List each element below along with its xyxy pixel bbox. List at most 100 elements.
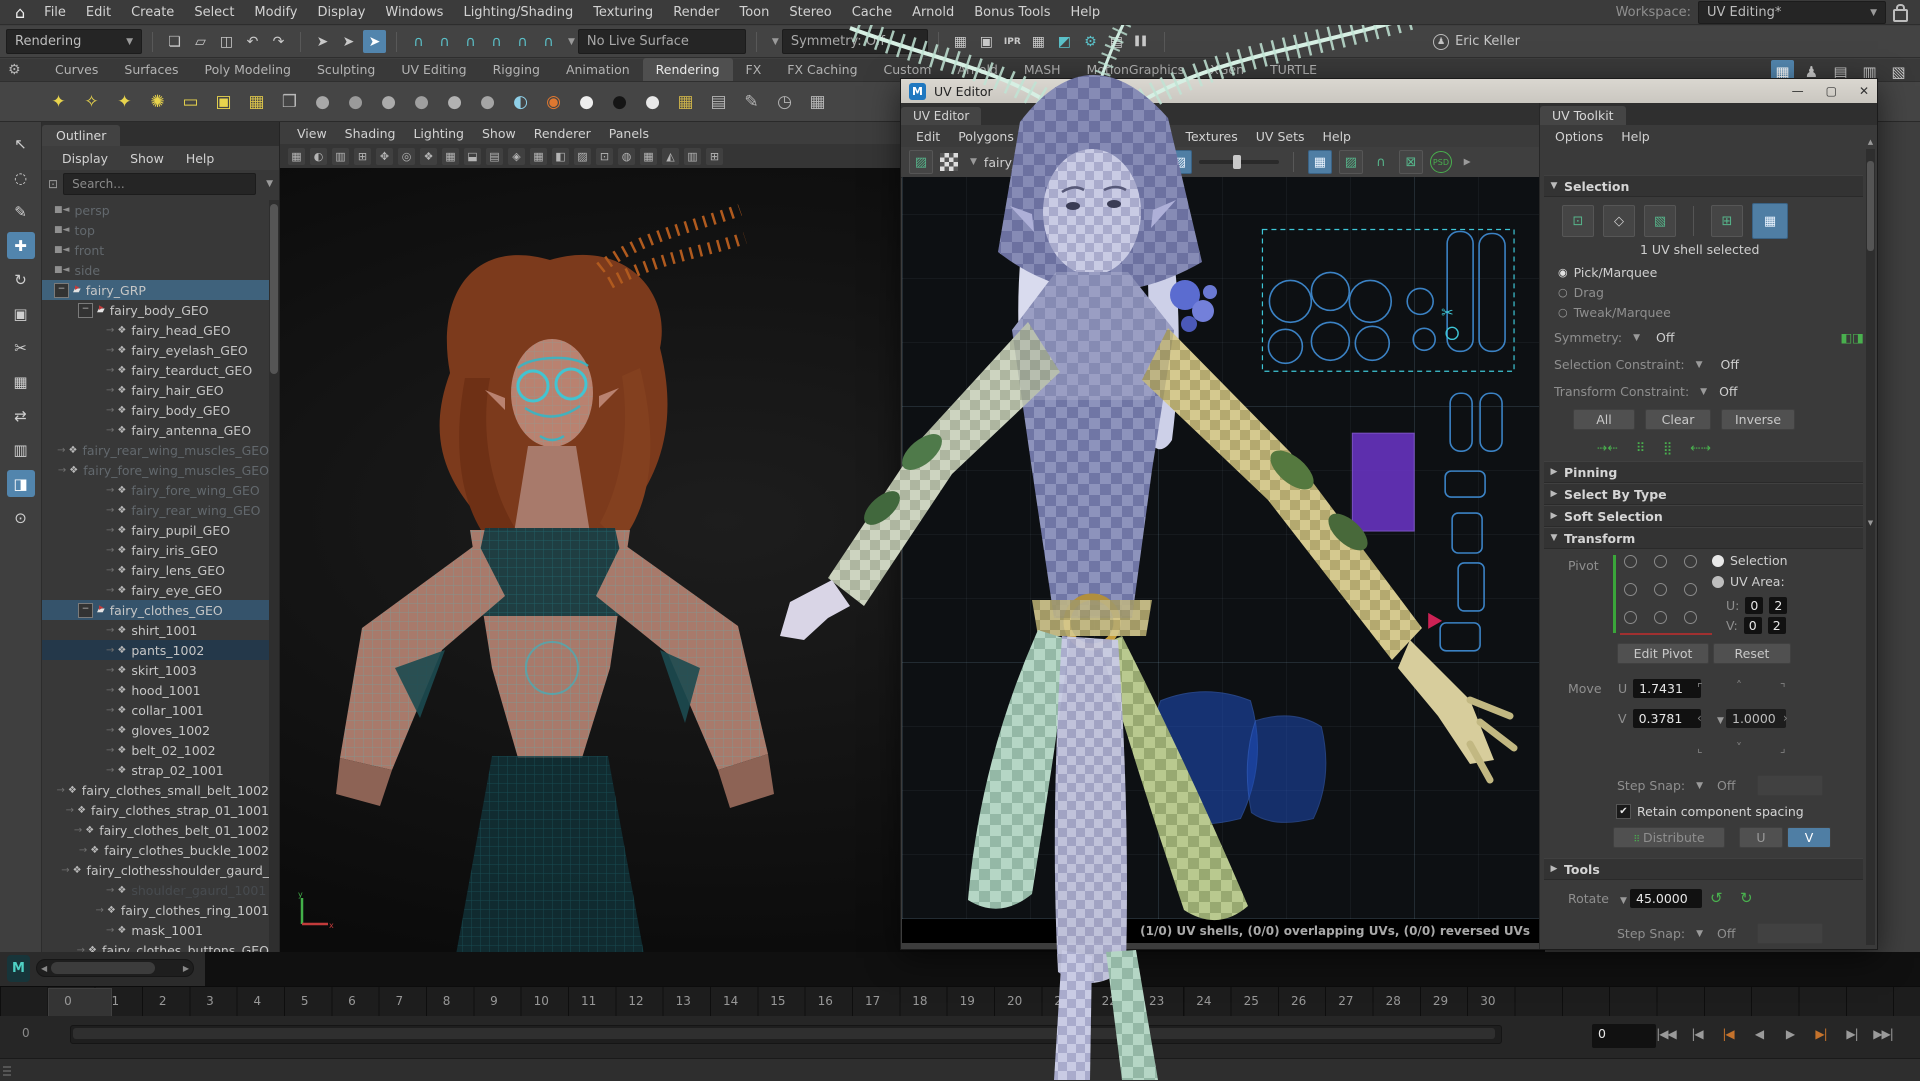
clock-icon[interactable]: ◷ (770, 87, 799, 116)
outliner-item-top[interactable]: ■◄top (42, 220, 269, 240)
step-forward-frame-button[interactable]: ▶| (1838, 1022, 1866, 1046)
step-forward-key-button[interactable]: ▶| (1807, 1022, 1835, 1046)
time-tick-0[interactable]: 0 (64, 994, 72, 1008)
move-down-button[interactable]: ˅ (1736, 741, 1742, 755)
radio-pick-marquee[interactable]: ◉Pick/Marquee (1558, 265, 1657, 280)
uv-toolkit-tab[interactable]: UV Toolkit (1540, 106, 1626, 125)
chevron-down-icon[interactable]: ▼ (266, 179, 273, 189)
select-hierarchy-icon[interactable]: ➤ (311, 30, 334, 53)
outliner-item-fairy_body_GEO[interactable]: →❖fairy_body_GEO (42, 400, 269, 420)
outliner-item-fairy_head_GEO[interactable]: →❖fairy_head_GEO (42, 320, 269, 340)
time-tick-6[interactable]: 6 (348, 994, 356, 1008)
render-window-icon[interactable]: ▦ (671, 87, 700, 116)
outliner-item-fairy_eyelash_GEO[interactable]: →❖fairy_eyelash_GEO (42, 340, 269, 360)
outliner-item-fairy_clothes_buckle_1002[interactable]: →❖fairy_clothes_buckle_1002 (42, 840, 269, 860)
time-tick-30[interactable]: 30 (1480, 994, 1495, 1008)
pixel-snap-icon[interactable]: ∩ (1370, 151, 1392, 173)
menu-create[interactable]: Create (121, 2, 184, 23)
viewport-menu-lighting[interactable]: Lighting (404, 124, 473, 143)
menu-select[interactable]: Select (184, 2, 244, 23)
time-tick-29[interactable]: 29 (1433, 994, 1448, 1008)
shelf-tab-polymodeling[interactable]: Poly Modeling (192, 58, 304, 81)
viewport-toolbar-icon-15[interactable]: ◍ (618, 148, 635, 165)
shelf-tab-rendering[interactable]: Rendering (643, 58, 733, 81)
uv-layout-tool[interactable]: ◨ (7, 470, 35, 497)
section-select-by-type[interactable]: ▶Select By Type (1544, 483, 1863, 505)
uv-menu-polygons[interactable]: Polygons (949, 127, 1023, 146)
material-sphere-icon[interactable]: ● (407, 87, 436, 116)
time-tick-2[interactable]: 2 (159, 994, 167, 1008)
time-tick-17[interactable]: 17 (865, 994, 880, 1008)
viewport-toolbar-icon-17[interactable]: ◭ (662, 148, 679, 165)
menu-set-dropdown[interactable]: Rendering ▼ (6, 29, 142, 54)
new-scene-icon[interactable]: ❏ (163, 30, 186, 53)
menu-modify[interactable]: Modify (244, 2, 307, 23)
time-tick-28[interactable]: 28 (1386, 994, 1401, 1008)
outliner-tab[interactable]: Outliner (42, 125, 120, 146)
outliner-item-hood_1001[interactable]: →❖hood_1001 (42, 680, 269, 700)
uv-canvas[interactable]: ✂ (902, 177, 1540, 919)
play-backwards-button[interactable]: ◀ (1745, 1022, 1773, 1046)
face-mode-icon[interactable]: ▧ (1644, 205, 1676, 237)
rgb-channel-icon[interactable]: RGB (1139, 151, 1161, 173)
move-corner-br[interactable]: ⌟ (1780, 741, 1786, 755)
viewport-toolbar-icon-2[interactable]: ▥ (332, 148, 349, 165)
section-soft-selection[interactable]: ▶Soft Selection (1544, 505, 1863, 527)
chevron-down-icon[interactable]: ▼ (1717, 716, 1724, 726)
outliner-item-fairy_antenna_GEO[interactable]: →❖fairy_antenna_GEO (42, 420, 269, 440)
move-up-button[interactable]: ˄ (1736, 679, 1742, 693)
chevron-down-icon[interactable]: ▼ (568, 37, 575, 47)
black-sphere-icon[interactable]: ● (605, 87, 634, 116)
paint-select-tool[interactable]: ✎ (7, 198, 35, 225)
play-forwards-button[interactable]: ▶ (1776, 1022, 1804, 1046)
undo-icon[interactable]: ↶ (241, 30, 264, 53)
viewport-menu-renderer[interactable]: Renderer (525, 124, 600, 143)
expander-icon[interactable]: − (78, 303, 93, 318)
psd-icon[interactable]: PSD (1430, 151, 1452, 173)
rotate-cw-icon[interactable]: ↻ (1740, 889, 1753, 907)
outliner-item-fairy_eye_GEO[interactable]: →❖fairy_eye_GEO (42, 580, 269, 600)
expander-icon[interactable]: − (78, 603, 93, 618)
radio-tweak-marquee[interactable]: ○Tweak/Marquee (1558, 305, 1671, 320)
time-tick-9[interactable]: 9 (490, 994, 498, 1008)
white-sphere-icon[interactable]: ● (638, 87, 667, 116)
outliner-item-strap_02_1001[interactable]: →❖strap_02_1001 (42, 760, 269, 780)
menu-bonustools[interactable]: Bonus Tools (964, 2, 1060, 23)
image-range-icon[interactable]: ▨ (1339, 150, 1363, 174)
viewport-toolbar-icon-6[interactable]: ❖ (420, 148, 437, 165)
current-frame-indicator[interactable] (48, 988, 112, 1017)
viewport-toolbar-icon-16[interactable]: ▦ (640, 148, 657, 165)
menu-arnold[interactable]: Arnold (902, 2, 964, 23)
move-step-field[interactable]: 1.0000 (1726, 709, 1786, 728)
edge-mode-icon[interactable]: ◇ (1603, 205, 1635, 237)
distribute-u-button[interactable]: U (1739, 827, 1783, 848)
pivot-radio-uv-area[interactable]: UV Area: (1712, 574, 1785, 589)
shelf-tab-uvediting[interactable]: UV Editing (388, 58, 479, 81)
uv-toolkit-scrollbar[interactable]: ▲▼ (1866, 149, 1875, 945)
select-range-icon[interactable]: ⇠⇢ (1690, 440, 1711, 455)
viewport-menu-panels[interactable]: Panels (600, 124, 658, 143)
outliner-item-fairy_clothes_belt_01_1002[interactable]: →❖fairy_clothes_belt_01_1002 (42, 820, 269, 840)
viewport-toolbar-icon-19[interactable]: ⊞ (706, 148, 723, 165)
menu-toon[interactable]: Toon (729, 2, 779, 23)
step-back-frame-button[interactable]: |◀ (1683, 1022, 1711, 1046)
time-slider[interactable]: 0123456789101112131415161718192021222324… (0, 986, 1920, 1018)
chevron-down-icon[interactable]: ▼ (1696, 781, 1703, 791)
uv-area-v1-field[interactable]: 0 (1744, 617, 1762, 634)
image-display-icon[interactable]: ▨ (909, 150, 933, 174)
menu-texturing[interactable]: Texturing (583, 2, 663, 23)
viewport-toolbar-icon-5[interactable]: ◎ (398, 148, 415, 165)
outliner-item-shoulder_gaurd_1001[interactable]: →❖shoulder_gaurd_1001 (42, 880, 269, 900)
viewport-toolbar-icon-8[interactable]: ⬓ (464, 148, 481, 165)
uv-menu-uvsets[interactable]: UV Sets (1247, 127, 1314, 146)
uv-area-u2-field[interactable]: 2 (1769, 597, 1787, 614)
menu-file[interactable]: File (34, 2, 76, 23)
invert-selection-button[interactable]: Inverse (1721, 409, 1795, 430)
shelf-tab-animation[interactable]: Animation (553, 58, 643, 81)
save-scene-icon[interactable]: ◫ (215, 30, 238, 53)
pencil-icon[interactable]: ✎ (737, 87, 766, 116)
uv-menu-help[interactable]: Help (1313, 127, 1360, 146)
distribute-v-button[interactable]: V (1787, 827, 1831, 848)
outliner-item-side[interactable]: ■◄side (42, 260, 269, 280)
camera-icon[interactable]: ▦ (242, 87, 271, 116)
